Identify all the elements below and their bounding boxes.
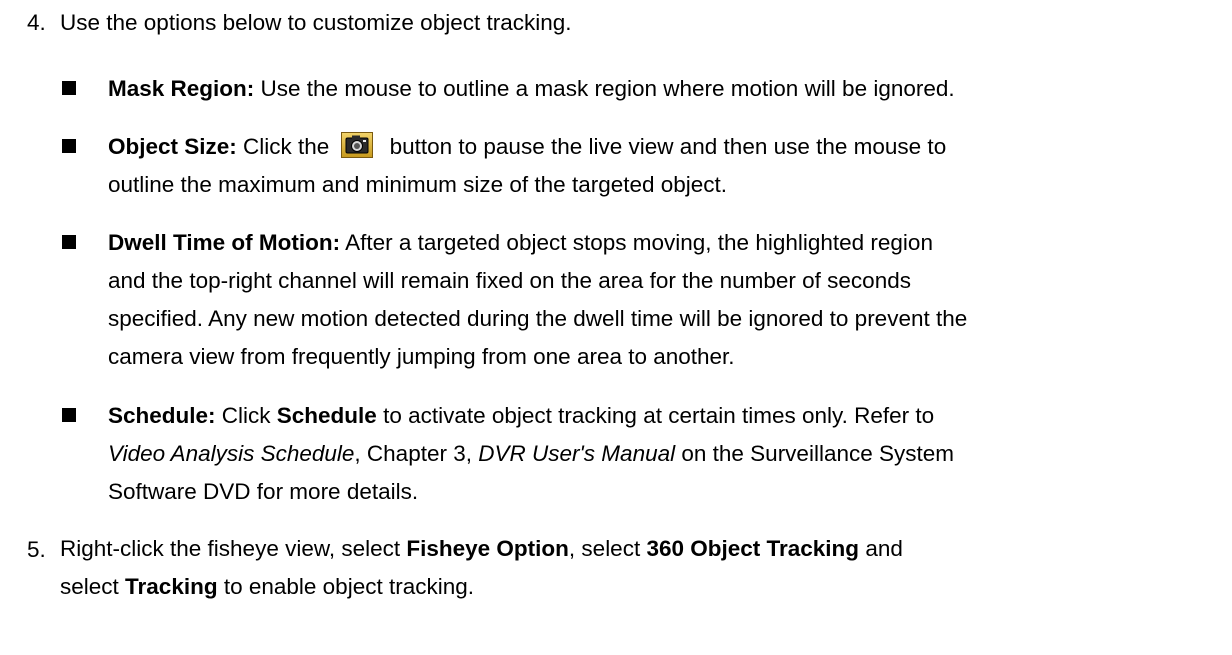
square-bullet-icon xyxy=(62,139,76,153)
step-5-text-4: select xyxy=(60,574,126,599)
square-bullet-icon xyxy=(62,408,76,422)
object-tracking-360-keyword: 360 Object Tracking xyxy=(646,536,860,561)
schedule-text-3: , Chapter 3, xyxy=(354,441,479,466)
object-size-label: Object Size: xyxy=(108,134,237,159)
fisheye-option-keyword: Fisheye Option xyxy=(406,536,569,561)
bullet-object-size-body: Object Size: Click the button to pause t… xyxy=(108,128,1230,204)
square-bullet-icon xyxy=(62,81,76,95)
step-5-body: Right-click the fisheye view, select Fis… xyxy=(60,530,1182,606)
step-5-text-1: Right-click the fisheye view, select xyxy=(60,536,407,561)
mask-region-text: Use the mouse to outline a mask region w… xyxy=(254,76,955,101)
step-4-number: 4. xyxy=(27,10,46,35)
step-5-number: 5. xyxy=(27,537,46,562)
dwell-time-line-1: After a targeted object stops moving, th… xyxy=(340,230,933,255)
dwell-time-line-2: and the top-right channel will remain fi… xyxy=(108,268,911,293)
schedule-label: Schedule: xyxy=(108,403,216,428)
step-5-text-5: to enable object tracking. xyxy=(217,574,474,599)
step-4-text: Use the options below to customize objec… xyxy=(60,10,572,35)
dvr-users-manual-ref: DVR User's Manual xyxy=(478,441,676,466)
dwell-time-label: Dwell Time of Motion: xyxy=(108,230,341,255)
dwell-time-line-3: specified. Any new motion detected durin… xyxy=(108,306,968,331)
video-analysis-schedule-ref: Video Analysis Schedule xyxy=(108,441,355,466)
step-5-text-3: and xyxy=(859,536,903,561)
schedule-text-4: on the Surveillance System xyxy=(675,441,954,466)
bullet-dwell-time-body: Dwell Time of Motion: After a targeted o… xyxy=(108,224,1230,376)
tracking-keyword: Tracking xyxy=(125,574,218,599)
object-size-text-2: button to pause the live view and then u… xyxy=(383,134,947,159)
schedule-keyword: Schedule xyxy=(276,403,377,428)
schedule-text-1: Click xyxy=(215,403,277,428)
mask-region-label: Mask Region: xyxy=(108,76,255,101)
schedule-line-3: Software DVD for more details. xyxy=(108,479,419,504)
camera-snapshot-icon xyxy=(341,132,374,158)
object-size-text-1: Click the xyxy=(236,134,330,159)
dwell-time-line-4: camera view from frequently jumping from… xyxy=(108,344,735,369)
bullet-mask-region-body: Mask Region: Use the mouse to outline a … xyxy=(108,70,1230,108)
object-size-line-2: outline the maximum and minimum size of … xyxy=(108,172,728,197)
square-bullet-icon xyxy=(62,235,76,249)
schedule-text-2: to activate object tracking at certain t… xyxy=(376,403,935,428)
step-5-text-2: , select xyxy=(568,536,647,561)
bullet-schedule-body: Schedule: Click Schedule to activate obj… xyxy=(108,397,1230,511)
